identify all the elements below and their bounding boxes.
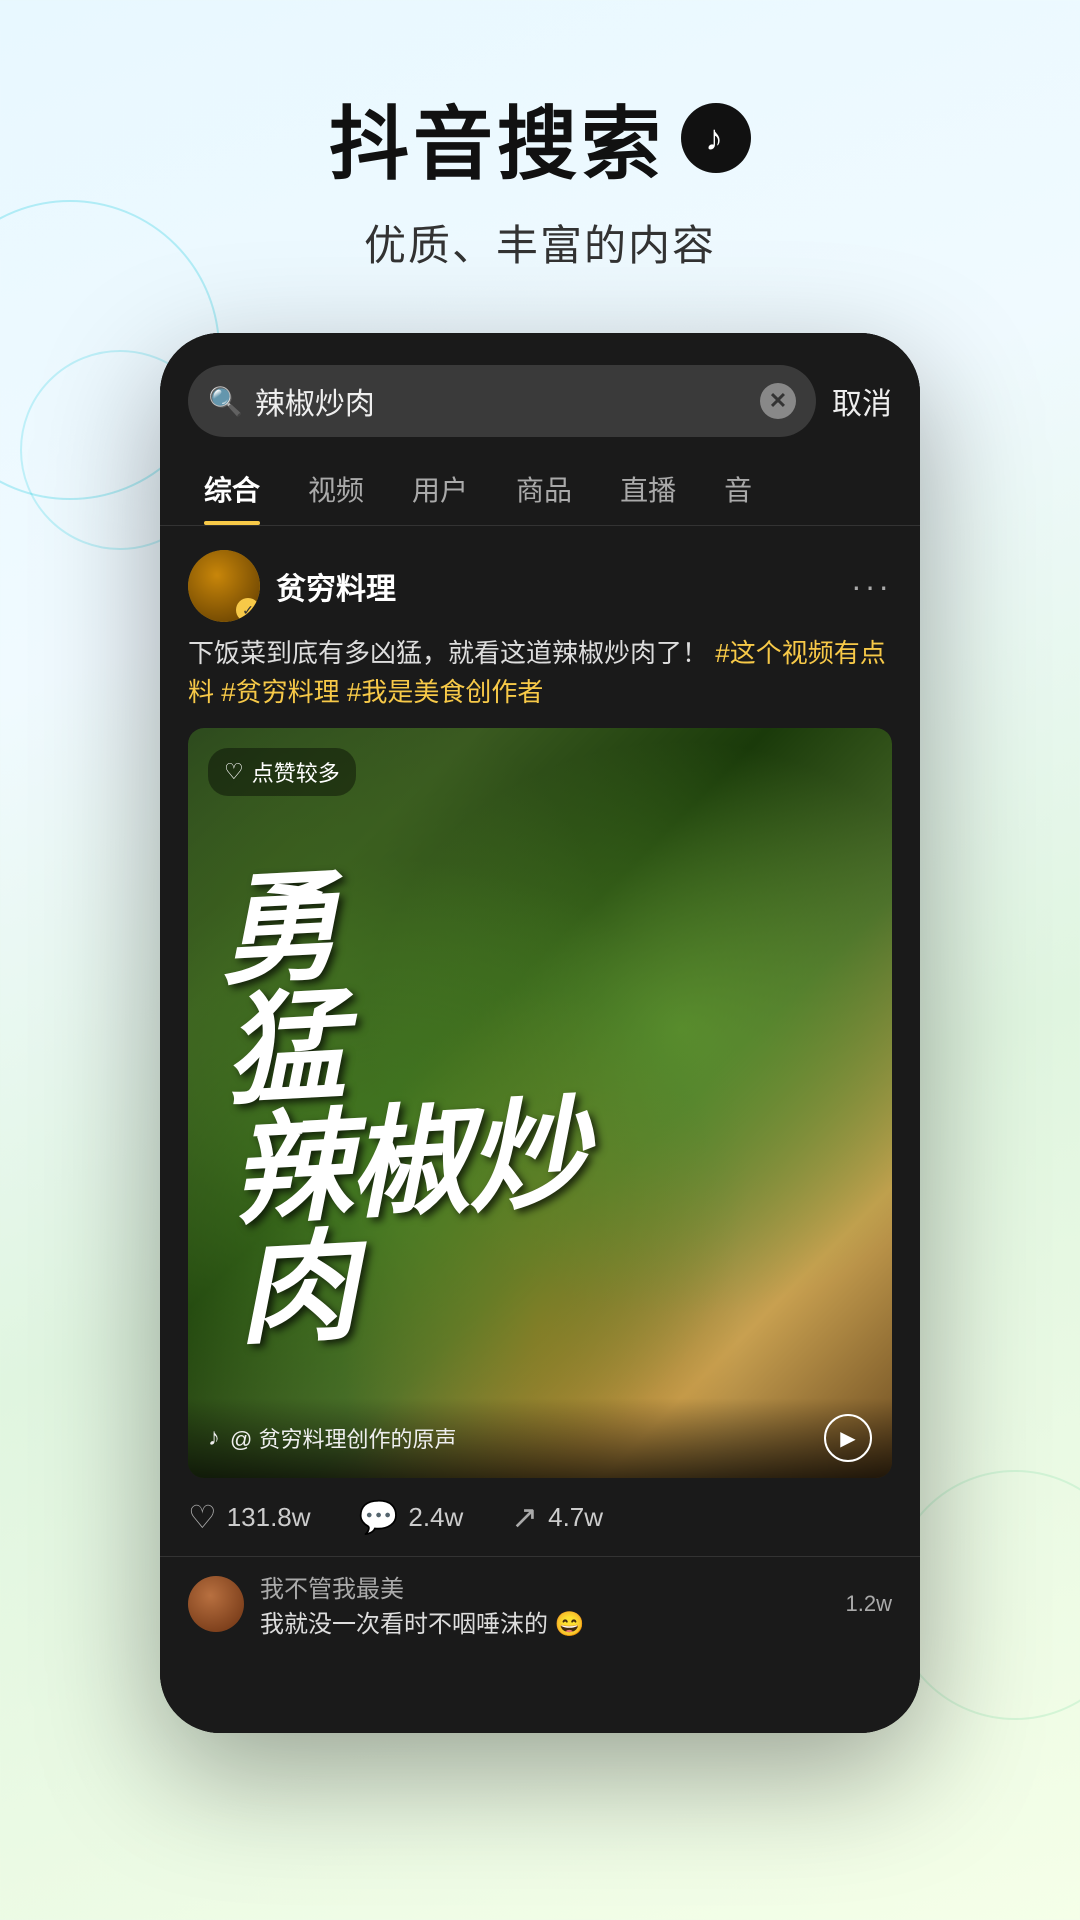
music-label: @ 贫穷料理创作的原声 bbox=[230, 1422, 456, 1454]
commenter-name: 我不管我最美 bbox=[260, 1569, 830, 1604]
play-button[interactable]: ▶ bbox=[824, 1414, 872, 1462]
tiktok-logo-icon bbox=[681, 103, 751, 173]
clear-search-button[interactable]: ✕ bbox=[760, 383, 796, 419]
tab-商品[interactable]: 商品 bbox=[492, 453, 596, 525]
tab-用户[interactable]: 用户 bbox=[388, 453, 492, 525]
author-name[interactable]: 贫穷料理 bbox=[276, 564, 396, 608]
app-subtitle: 优质、丰富的内容 bbox=[0, 212, 1080, 273]
post-author-row: ✓ 贫穷料理 ··· bbox=[160, 526, 920, 634]
tab-视频[interactable]: 视频 bbox=[284, 453, 388, 525]
comment-body: 我就没一次看时不咽唾沫的 😄 bbox=[260, 1604, 830, 1639]
tab-音[interactable]: 音 bbox=[700, 453, 776, 525]
phone-screen: 🔍 辣椒炒肉 ✕ 取消 综合 视频 用户 商品 bbox=[160, 333, 920, 1733]
tab-直播[interactable]: 直播 bbox=[596, 453, 700, 525]
music-note-icon: ♪ bbox=[208, 1424, 220, 1452]
shares-count: 4.7w bbox=[548, 1502, 603, 1533]
author-info: ✓ 贫穷料理 bbox=[188, 550, 396, 622]
search-icon: 🔍 bbox=[208, 385, 243, 418]
app-title: 抖音搜索 bbox=[0, 80, 1080, 196]
video-bottom-bar: ♪ @ 贫穷料理创作的原声 ▶ bbox=[188, 1398, 892, 1478]
comments-count: 2.4w bbox=[408, 1502, 463, 1533]
commenter-avatar bbox=[188, 1576, 244, 1632]
tab-综合[interactable]: 综合 bbox=[180, 453, 284, 525]
likes-count: 131.8w bbox=[227, 1502, 311, 1533]
video-text-overlay: 勇猛辣椒炒肉 bbox=[188, 728, 892, 1478]
share-stat-icon: ↗ bbox=[511, 1498, 538, 1536]
app-title-text: 抖音搜索 bbox=[329, 80, 665, 196]
search-input[interactable]: 辣椒炒肉 bbox=[255, 379, 748, 423]
heart-stat-icon: ♡ bbox=[188, 1498, 217, 1536]
post-text: 下饭菜到底有多凶猛，就看这道辣椒炒肉了！ #这个视频有点料 #贫穷料理 #我是美… bbox=[160, 634, 920, 728]
video-title: 勇猛辣椒炒肉 bbox=[216, 854, 595, 1352]
cancel-button[interactable]: 取消 bbox=[832, 379, 892, 423]
search-results: ✓ 贫穷料理 ··· 下饭菜到底有多凶猛，就看这道辣椒炒肉了！ #这个视频有点料… bbox=[160, 526, 920, 1733]
comment-content: 我不管我最美 我就没一次看时不咽唾沫的 😄 bbox=[260, 1569, 830, 1639]
comment-stat-icon: 💬 bbox=[359, 1498, 399, 1536]
search-bar-row: 🔍 辣椒炒肉 ✕ 取消 bbox=[160, 333, 920, 453]
avatar: ✓ bbox=[188, 550, 260, 622]
post-stats-row: ♡ 131.8w 💬 2.4w ↗ 4.7w bbox=[160, 1478, 920, 1556]
phone-wrapper: 🔍 辣椒炒肉 ✕ 取消 综合 视频 用户 商品 bbox=[0, 333, 1080, 1733]
search-tabs: 综合 视频 用户 商品 直播 音 bbox=[160, 453, 920, 526]
search-bar[interactable]: 🔍 辣椒炒肉 ✕ bbox=[188, 365, 816, 437]
comment-preview: 我不管我最美 我就没一次看时不咽唾沫的 😄 1.2w bbox=[160, 1556, 920, 1651]
verified-badge-icon: ✓ bbox=[236, 598, 260, 622]
likes-stat[interactable]: ♡ 131.8w bbox=[188, 1498, 311, 1536]
post-body-text: 下饭菜到底有多凶猛，就看这道辣椒炒肉了！ bbox=[188, 638, 708, 668]
phone-mockup: 🔍 辣椒炒肉 ✕ 取消 综合 视频 用户 商品 bbox=[160, 333, 920, 1733]
more-options-icon[interactable]: ··· bbox=[851, 568, 892, 605]
comment-likes-count: 1.2w bbox=[846, 1591, 892, 1617]
shares-stat[interactable]: ↗ 4.7w bbox=[511, 1498, 603, 1536]
music-info: ♪ @ 贫穷料理创作的原声 bbox=[208, 1422, 456, 1454]
video-thumbnail[interactable]: ♡ 点赞较多 勇猛辣椒炒肉 ♪ @ 贫穷料理创作的原声 bbox=[188, 728, 892, 1478]
app-header: 抖音搜索 优质、丰富的内容 bbox=[0, 0, 1080, 313]
comments-stat[interactable]: 💬 2.4w bbox=[359, 1498, 464, 1536]
